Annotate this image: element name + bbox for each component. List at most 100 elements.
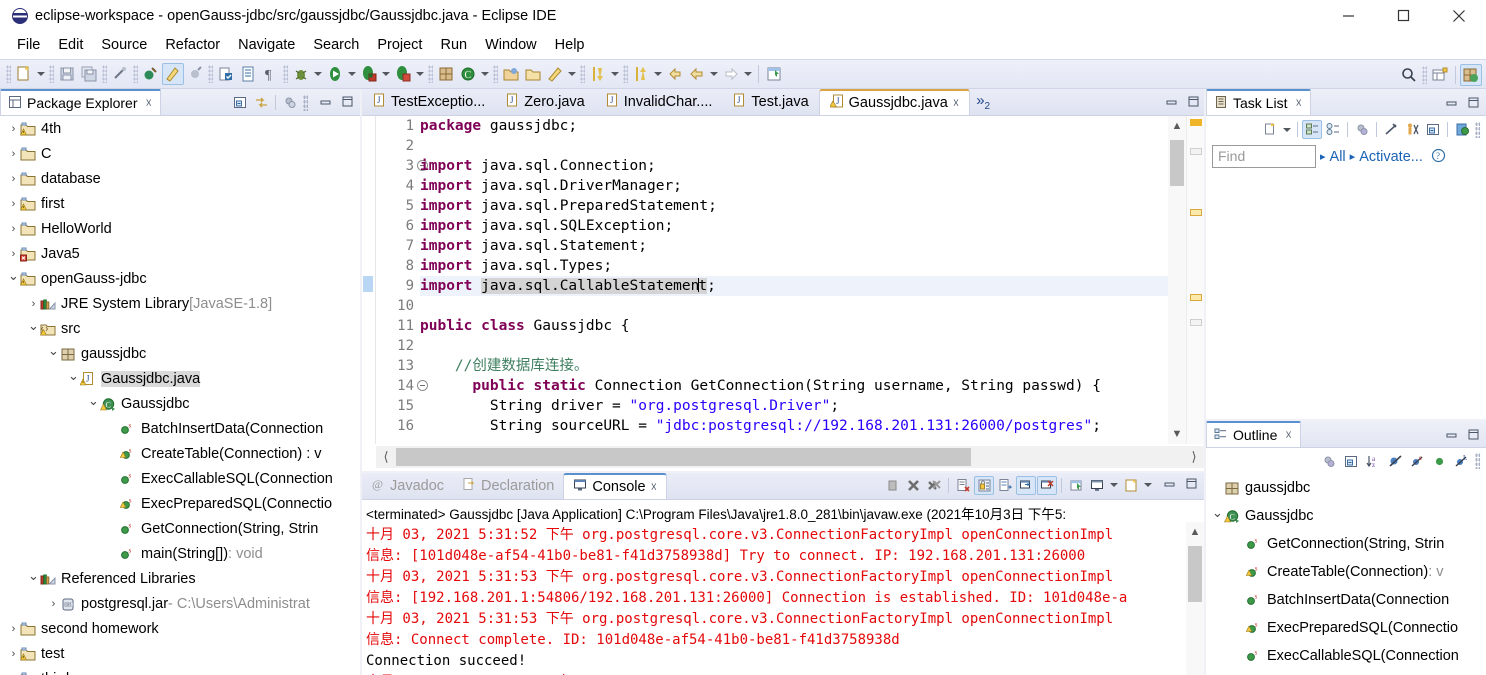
chevron-down-icon[interactable]: ⌄: [68, 368, 79, 384]
collapse-all-icon[interactable]: [1423, 120, 1443, 139]
view-menu-dots-icon[interactable]: [303, 94, 308, 111]
open-folder-icon[interactable]: [522, 63, 544, 85]
task-list-view-menu-icon[interactable]: [1475, 121, 1480, 138]
open-console-icon[interactable]: [1121, 476, 1141, 495]
new-wizard-dropdown-icon[interactable]: [35, 63, 47, 85]
scroll-up-icon[interactable]: ▲: [1168, 116, 1186, 136]
tree-row-gaussjdbc[interactable]: ⌄ gaussjdbc: [0, 341, 360, 366]
previous-annotation-dropdown-icon[interactable]: [652, 63, 664, 85]
menu-navigate[interactable]: Navigate: [229, 34, 304, 56]
skip-breakpoints-icon[interactable]: [140, 63, 162, 85]
filter-all-link[interactable]: All: [1330, 149, 1346, 165]
run-dropdown-icon[interactable]: [346, 63, 358, 85]
hide-local-types-icon[interactable]: L: [1451, 452, 1471, 471]
tree-row-src[interactable]: ⌄ src: [0, 316, 360, 341]
minimize-icon[interactable]: [1445, 96, 1458, 112]
tab-console[interactable]: Console ☓: [563, 473, 667, 499]
tree-row-database[interactable]: › database: [0, 166, 360, 191]
tab-task-list[interactable]: Task List ☓: [1206, 89, 1311, 115]
display-console-dropdown-icon[interactable]: [1108, 474, 1120, 496]
menu-file[interactable]: File: [8, 34, 49, 56]
outline-row-createtable-connection[interactable]: s CreateTable(Connection) : v: [1206, 558, 1486, 586]
chevron-right-icon[interactable]: ›: [8, 148, 19, 160]
tab-package-explorer[interactable]: Package Explorer ☓: [0, 89, 161, 115]
tree-row-third[interactable]: ›third: [0, 666, 360, 675]
coverage-dropdown-icon[interactable]: [414, 63, 426, 85]
chevron-right-icon[interactable]: ▸: [1350, 150, 1356, 163]
scroll-lock-icon[interactable]: [974, 475, 994, 495]
tree-row-4th[interactable]: › 4th: [0, 116, 360, 141]
editor-vertical-scrollbar[interactable]: ▲ ▼: [1168, 116, 1186, 444]
outline-row-execcallablesql-connection[interactable]: s ExecCallableSQL(Connection: [1206, 642, 1486, 670]
toggle-mark-occurrences-icon[interactable]: [162, 63, 184, 85]
hide-non-public-icon[interactable]: [1429, 452, 1449, 471]
tree-row-execcallablesql-connection[interactable]: s ExecCallableSQL(Connection: [0, 466, 360, 491]
chevron-down-icon[interactable]: ⌄: [48, 343, 59, 359]
close-icon[interactable]: ☓: [1295, 96, 1301, 110]
link-with-editor-icon[interactable]: [251, 93, 271, 112]
outline-row-gaussjdbc[interactable]: gaussjdbc: [1206, 474, 1486, 502]
tree-row-execpreparedsql-connectio[interactable]: s ExecPreparedSQL(Connectio: [0, 491, 360, 516]
chevron-right-icon[interactable]: ›: [8, 123, 19, 135]
forward-icon[interactable]: [720, 63, 742, 85]
package-explorer-tree[interactable]: › 4th › C › database › first › HelloWorld › Java5 ⌄ o…: [0, 116, 360, 675]
run-external-tools-icon[interactable]: [358, 63, 380, 85]
menu-edit[interactable]: Edit: [49, 34, 92, 56]
focus-on-workweek-icon[interactable]: [1381, 120, 1401, 139]
synchronize-changed-icon[interactable]: [1402, 120, 1422, 139]
help-icon[interactable]: ?: [1431, 148, 1446, 166]
search-ref-dropdown-icon[interactable]: [566, 63, 578, 85]
coverage-icon[interactable]: [392, 63, 414, 85]
scroll-left-icon[interactable]: ⟨: [376, 449, 396, 465]
chevron-right-icon[interactable]: ›: [8, 648, 19, 660]
view-menu-icon[interactable]: [1475, 453, 1480, 469]
pin-editor-icon[interactable]: [763, 63, 785, 85]
close-icon[interactable]: ☓: [1285, 428, 1291, 442]
back-dropdown-icon[interactable]: [708, 63, 720, 85]
minimize-button[interactable]: [1321, 0, 1376, 31]
next-annotation-icon[interactable]: [587, 63, 609, 85]
link-break-icon[interactable]: [109, 63, 131, 85]
tree-row-second-homework[interactable]: › second homework: [0, 616, 360, 641]
chevron-right-icon[interactable]: ›: [28, 298, 39, 310]
outline-tree[interactable]: gaussjdbc ⌄ C Gaussjdbc s GetConnection(Strin…: [1206, 474, 1486, 675]
pin-console-icon[interactable]: [1066, 476, 1086, 495]
debug-dropdown-icon[interactable]: [312, 63, 324, 85]
open-perspective-icon[interactable]: [1429, 64, 1451, 86]
tree-row-gaussjdbc-java[interactable]: ⌄ J Gaussjdbc.java: [0, 366, 360, 391]
menu-help[interactable]: Help: [546, 34, 594, 56]
toolbar-drag-handle[interactable]: [6, 65, 11, 83]
console-vertical-scrollbar[interactable]: ▲: [1186, 522, 1204, 675]
chevron-down-icon[interactable]: ⌄: [88, 393, 99, 409]
word-wrap-icon[interactable]: [995, 476, 1015, 495]
menu-source[interactable]: Source: [92, 34, 156, 56]
tree-row-postgresql-jar[interactable]: › 010 postgresql.jar - C:\Users\Administra…: [0, 591, 360, 616]
tab-javadoc[interactable]: @ Javadoc: [362, 473, 453, 499]
open-type-icon[interactable]: [237, 63, 259, 85]
outline-row-batchinsertdata-connection[interactable]: s BatchInsertData(Connection: [1206, 586, 1486, 614]
categorized-presentation-icon[interactable]: [1302, 120, 1322, 139]
chevron-down-icon[interactable]: ⌄: [1212, 505, 1223, 521]
tree-row-batchinsertdata-connection[interactable]: s BatchInsertData(Connection: [0, 416, 360, 441]
forward-dropdown-icon[interactable]: [742, 63, 754, 85]
editor-code-area[interactable]: package gaussjdbc; import java.sql.Conne…: [420, 116, 1168, 444]
editor-annotation-ruler[interactable]: [362, 116, 376, 444]
next-annotation-dropdown-icon[interactable]: [609, 63, 621, 85]
tree-row-getconnection-string-strin[interactable]: s GetConnection(String, Strin: [0, 516, 360, 541]
tab-gaussjdbc-java[interactable]: J Gaussjdbc.java ☓: [818, 89, 971, 115]
menu-project[interactable]: Project: [368, 34, 431, 56]
maximize-icon[interactable]: [1187, 95, 1200, 111]
tree-row-c[interactable]: › C: [0, 141, 360, 166]
activate-link[interactable]: Activate...: [1359, 149, 1423, 165]
maximize-icon[interactable]: [1467, 96, 1480, 112]
chevron-down-icon[interactable]: ⌄: [28, 568, 39, 584]
close-button[interactable]: [1431, 0, 1486, 31]
collapse-all-icon[interactable]: [1341, 452, 1361, 471]
run-icon[interactable]: [324, 63, 346, 85]
previous-annotation-icon[interactable]: [630, 63, 652, 85]
toggle-breadcrumb-icon[interactable]: [184, 63, 206, 85]
hide-static-icon[interactable]: s: [1407, 452, 1427, 471]
outline-row-main-string[interactable]: smain(String[]) : void: [1206, 670, 1486, 675]
show-console-on-error-icon[interactable]: [1037, 475, 1057, 495]
show-console-on-output-icon[interactable]: [1016, 475, 1036, 495]
